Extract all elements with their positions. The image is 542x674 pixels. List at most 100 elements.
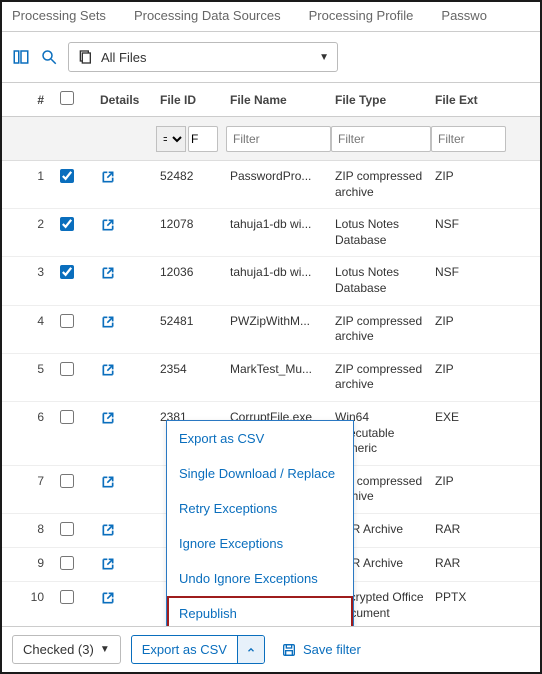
layout-icon[interactable]	[12, 48, 30, 66]
chevron-down-icon: ▼	[319, 52, 329, 63]
tab-passwords[interactable]: Passwo	[441, 8, 487, 23]
table-row: 2 12078 tahuja1-db wi... Lotus Notes Dat…	[2, 209, 540, 257]
col-file-id[interactable]: File ID	[156, 93, 226, 107]
file-filter-label: All Files	[101, 50, 311, 65]
row-number: 1	[6, 169, 56, 183]
cell-file-type: Lotus Notes Database	[331, 217, 431, 248]
col-select-all[interactable]	[56, 91, 96, 108]
open-details-icon[interactable]	[100, 410, 156, 426]
table-row: 3 12036 tahuja1-db wi... Lotus Notes Dat…	[2, 257, 540, 305]
row-checkbox[interactable]	[60, 362, 74, 376]
row-number: 9	[6, 556, 56, 570]
footer: Checked (3) ▼ Export as CSV Save filter	[2, 626, 540, 672]
cell-file-id: 12036	[156, 265, 226, 279]
row-number: 10	[6, 590, 56, 604]
file-ext-filter-input[interactable]	[431, 126, 506, 152]
file-id-filter: =	[156, 126, 226, 152]
ctx-item-export-as-csv[interactable]: Export as CSV	[167, 421, 353, 456]
row-checkbox[interactable]	[60, 522, 74, 536]
cell-file-type: ZIP compressed archive	[331, 362, 431, 393]
col-number[interactable]: #	[6, 93, 56, 107]
open-details-icon[interactable]	[100, 217, 156, 233]
tab-processing-profile[interactable]: Processing Profile	[309, 8, 414, 23]
search-icon[interactable]	[40, 48, 58, 66]
select-all-checkbox[interactable]	[60, 91, 74, 105]
cell-file-ext: ZIP	[431, 169, 506, 183]
row-number: 8	[6, 522, 56, 536]
row-checkbox[interactable]	[60, 556, 74, 570]
open-details-icon[interactable]	[100, 169, 156, 185]
row-number: 5	[6, 362, 56, 376]
file-id-filter-input[interactable]	[188, 126, 218, 152]
table-row: 1 52482 PasswordPro... ZIP compressed ar…	[2, 161, 540, 209]
top-nav: Processing Sets Processing Data Sources …	[2, 2, 540, 32]
ctx-item-ignore-exceptions[interactable]: Ignore Exceptions	[167, 526, 353, 561]
row-checkbox[interactable]	[60, 314, 74, 328]
open-details-icon[interactable]	[100, 522, 156, 538]
save-filter-label: Save filter	[303, 642, 361, 657]
file-name-filter-input[interactable]	[226, 126, 331, 152]
row-checkbox[interactable]	[60, 410, 74, 424]
cell-file-name: PasswordPro...	[226, 169, 331, 183]
open-details-icon[interactable]	[100, 556, 156, 572]
cell-file-name: tahuja1-db wi...	[226, 217, 331, 231]
cell-file-type: ZIP compressed archive	[331, 314, 431, 345]
row-number: 4	[6, 314, 56, 328]
col-file-type[interactable]: File Type	[331, 93, 431, 107]
grid-header: # Details File ID File Name File Type Fi…	[2, 82, 540, 117]
file-id-operator[interactable]: =	[156, 126, 186, 152]
cell-file-ext: NSF	[431, 265, 506, 279]
col-file-ext[interactable]: File Ext	[431, 93, 506, 107]
cell-file-name: MarkTest_Mu...	[226, 362, 331, 376]
filter-row: =	[2, 117, 540, 161]
checked-count-label: Checked (3)	[23, 642, 94, 657]
col-details[interactable]: Details	[96, 93, 156, 107]
export-csv-button[interactable]: Export as CSV	[132, 636, 237, 663]
row-checkbox[interactable]	[60, 217, 74, 231]
cell-file-id: 52482	[156, 169, 226, 183]
cell-file-ext: PPTX	[431, 590, 506, 604]
table-row: 4 52481 PWZipWithM... ZIP compressed arc…	[2, 306, 540, 354]
checked-count-dropdown[interactable]: Checked (3) ▼	[12, 635, 121, 664]
toolbar: All Files ▼	[2, 32, 540, 82]
open-details-icon[interactable]	[100, 590, 156, 606]
cell-file-type: Lotus Notes Database	[331, 265, 431, 296]
cell-file-id: 2354	[156, 362, 226, 376]
cell-file-id: 12078	[156, 217, 226, 231]
cell-file-ext: RAR	[431, 522, 506, 536]
file-type-filter-dropdown[interactable]: All Files ▼	[68, 42, 338, 72]
tab-processing-data-sources[interactable]: Processing Data Sources	[134, 8, 281, 23]
cell-file-id: 52481	[156, 314, 226, 328]
caret-down-icon: ▼	[100, 644, 110, 655]
open-details-icon[interactable]	[100, 474, 156, 490]
cell-file-ext: EXE	[431, 410, 506, 424]
row-number: 7	[6, 474, 56, 488]
row-checkbox[interactable]	[60, 265, 74, 279]
cell-file-ext: ZIP	[431, 362, 506, 376]
row-checkbox[interactable]	[60, 590, 74, 604]
cell-file-type: ZIP compressed archive	[331, 169, 431, 200]
ctx-item-undo-ignore-exceptions[interactable]: Undo Ignore Exceptions	[167, 561, 353, 596]
row-checkbox[interactable]	[60, 169, 74, 183]
cell-file-name: PWZipWithM...	[226, 314, 331, 328]
open-details-icon[interactable]	[100, 314, 156, 330]
ctx-item-single-download-replace[interactable]: Single Download / Replace	[167, 456, 353, 491]
files-icon	[77, 49, 93, 65]
cell-file-ext: RAR	[431, 556, 506, 570]
tab-processing-sets[interactable]: Processing Sets	[12, 8, 106, 23]
cell-file-ext: ZIP	[431, 474, 506, 488]
ctx-item-retry-exceptions[interactable]: Retry Exceptions	[167, 491, 353, 526]
cell-file-ext: ZIP	[431, 314, 506, 328]
export-caret-button[interactable]	[237, 636, 264, 663]
save-filter-link[interactable]: Save filter	[281, 642, 361, 658]
row-checkbox[interactable]	[60, 474, 74, 488]
open-details-icon[interactable]	[100, 265, 156, 281]
row-number: 6	[6, 410, 56, 424]
file-type-filter-input[interactable]	[331, 126, 431, 152]
row-number: 3	[6, 265, 56, 279]
cell-file-name: tahuja1-db wi...	[226, 265, 331, 279]
open-details-icon[interactable]	[100, 362, 156, 378]
col-file-name[interactable]: File Name	[226, 93, 331, 107]
cell-file-ext: NSF	[431, 217, 506, 231]
save-filter-icon	[281, 642, 297, 658]
